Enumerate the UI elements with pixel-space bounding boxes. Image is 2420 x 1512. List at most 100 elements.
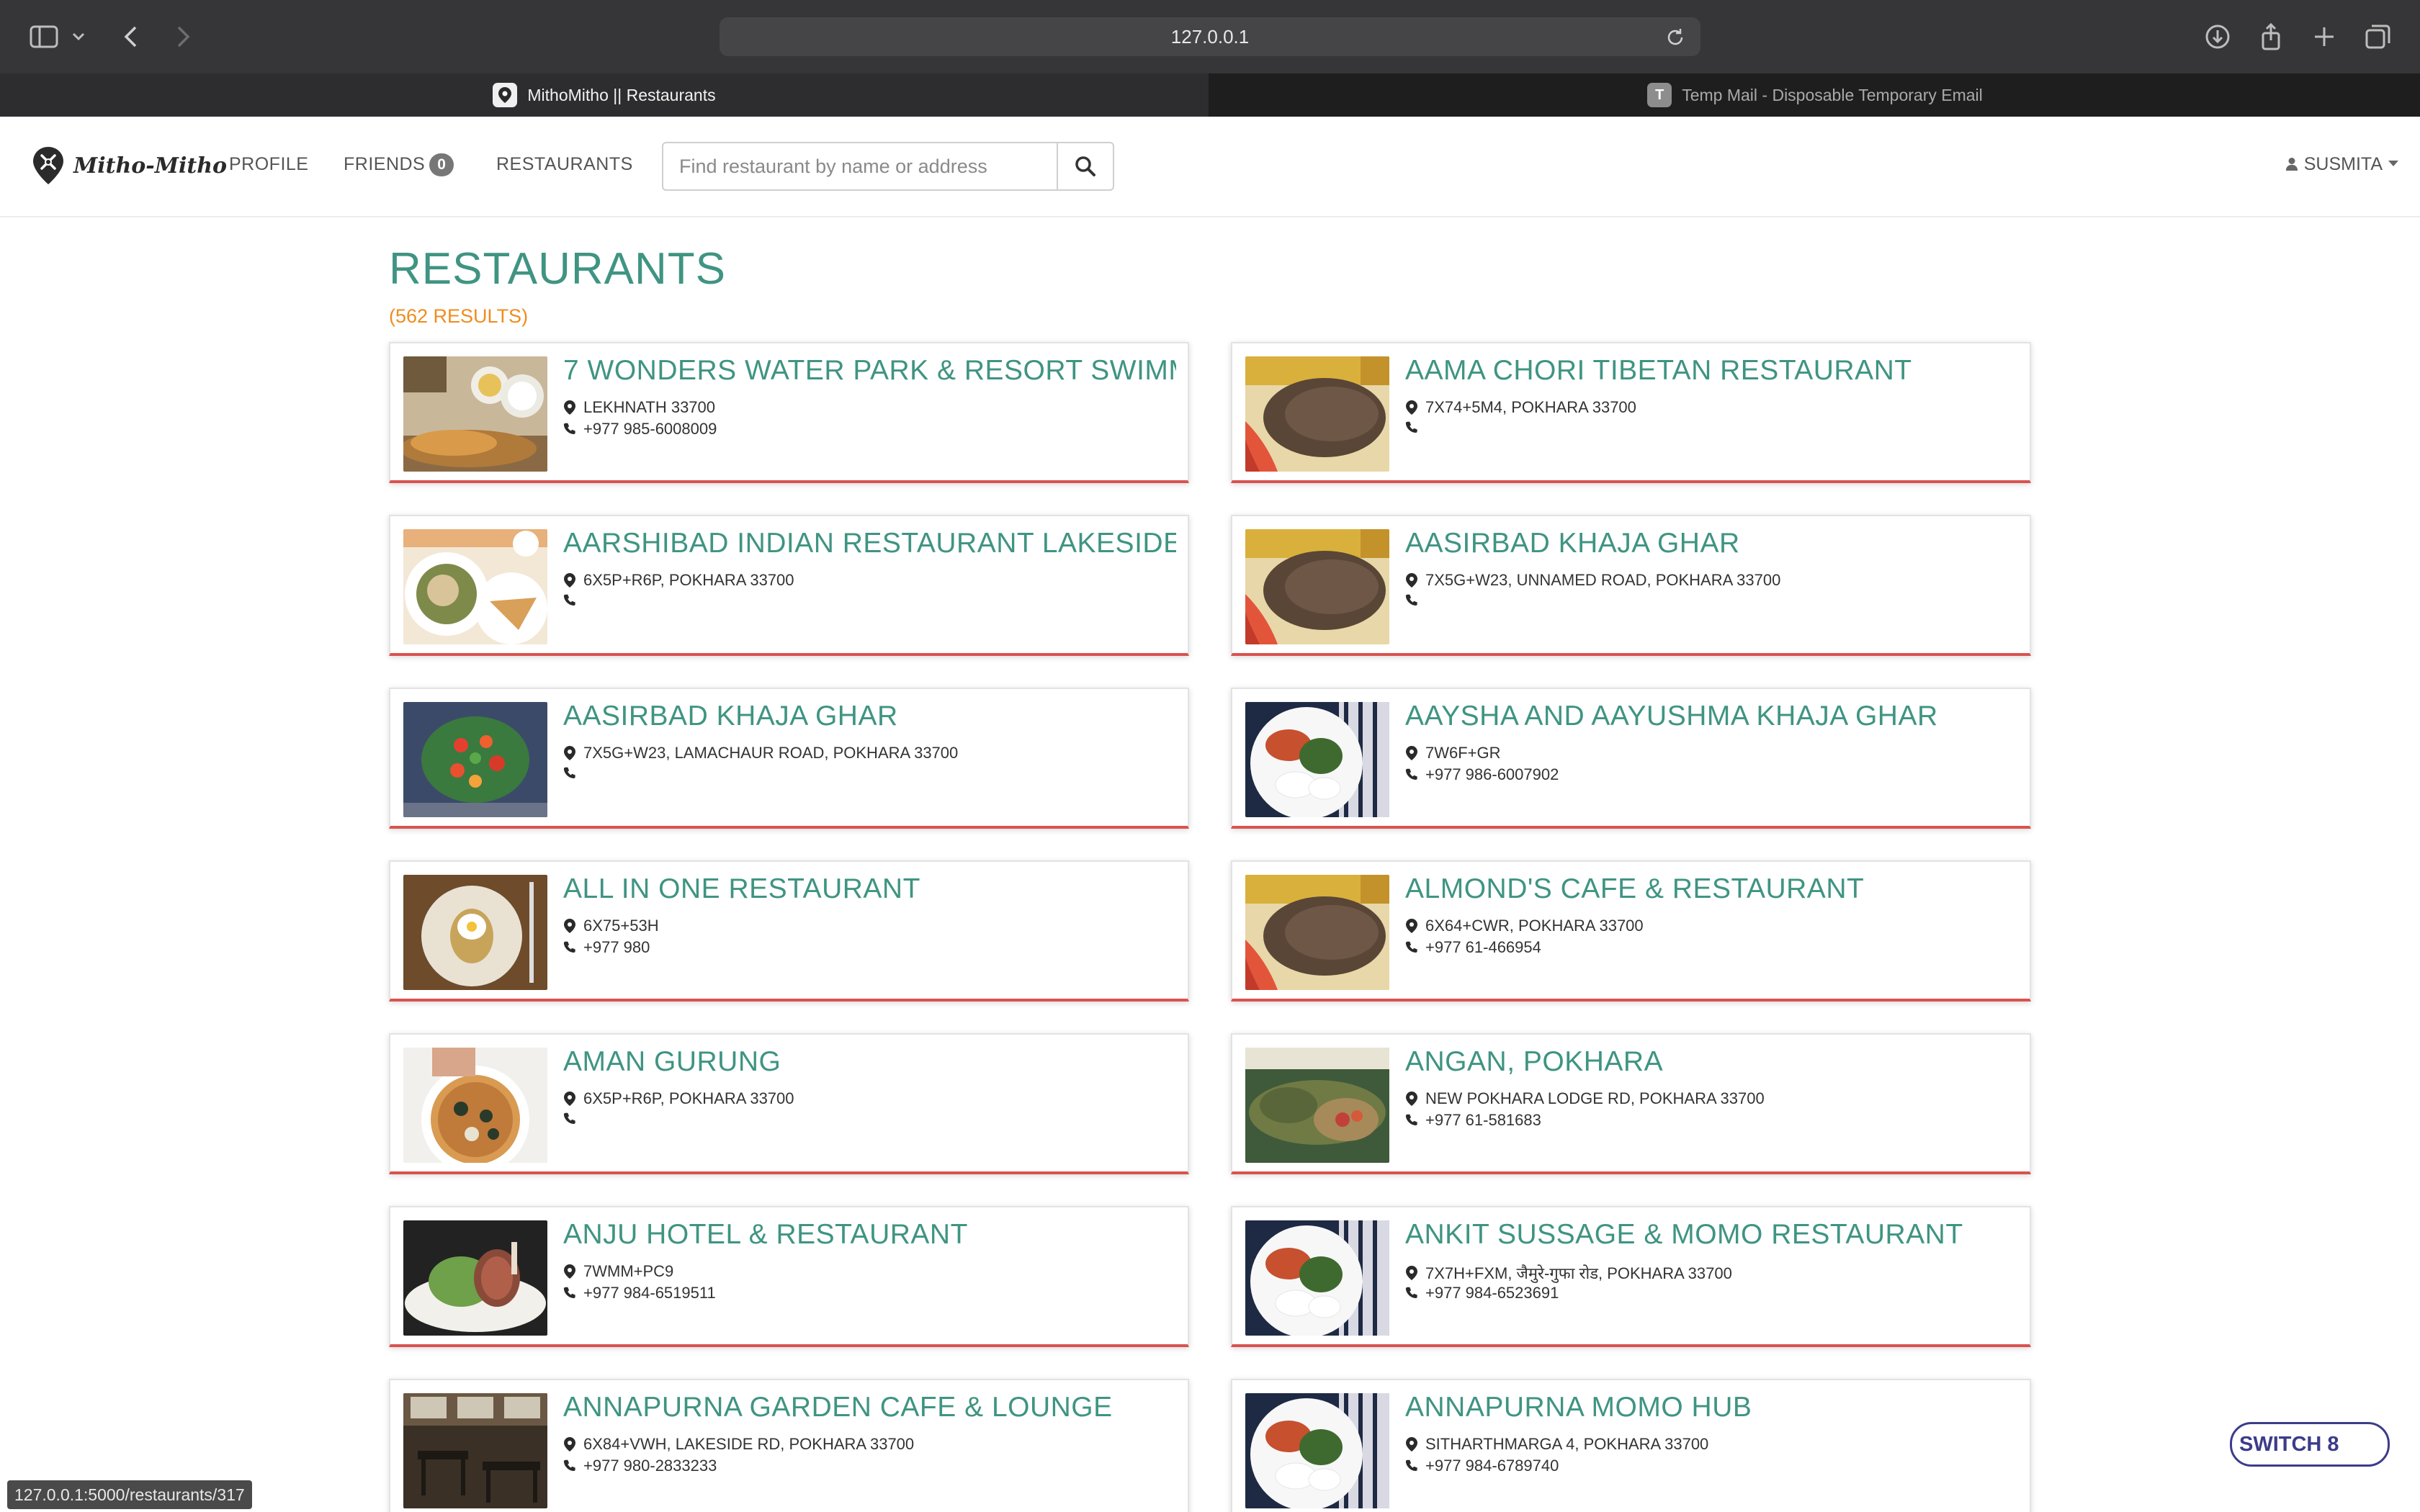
restaurant-card[interactable]: AMAN GURUNG 6X5P+R6P, POKHARA 33700 (389, 1033, 1189, 1174)
phone-text: +977 980 (583, 938, 650, 956)
phone-text: +977 986-6007902 (1425, 765, 1559, 783)
phone-icon (1405, 421, 1417, 433)
restaurant-name[interactable]: ANKIT SUSSAGE & MOMO RESTAURANT (1405, 1219, 2018, 1251)
restaurant-photo[interactable] (403, 356, 547, 472)
new-tab-icon[interactable] (2308, 20, 2341, 53)
restaurant-name[interactable]: ALMOND'S CAFE & RESTAURANT (1405, 873, 2018, 905)
restaurant-phone: +977 61-466954 (1405, 938, 1541, 957)
address-text: 7W6F+GR (1425, 744, 1501, 762)
restaurant-photo[interactable] (1245, 1220, 1389, 1336)
phone-icon (563, 1459, 575, 1471)
address-text: SITHARTHMARGA 4, POKHARA 33700 (1425, 1435, 1709, 1453)
restaurant-card[interactable]: ALMOND'S CAFE & RESTAURANT 6X64+CWR, POKH… (1231, 860, 2031, 1002)
phone-text: +977 980-2833233 (583, 1457, 717, 1475)
map-marker-icon (1406, 1437, 1417, 1452)
tab-title: MithoMitho || Restaurants (527, 85, 716, 104)
restaurant-phone: +977 984-6789740 (1405, 1457, 1559, 1475)
user-name: SUSMITA (2303, 154, 2383, 174)
restaurant-photo[interactable] (403, 1048, 547, 1163)
restaurant-card[interactable]: ALL IN ONE RESTAURANT 6X75+53H +977 980 (389, 860, 1189, 1002)
restaurant-photo[interactable] (403, 875, 547, 990)
restaurant-card[interactable]: AAYSHA AND AAYUSHMA KHAJA GHAR 7W6F+GR +97… (1231, 688, 2031, 829)
restaurant-phone: +977 980-2833233 (563, 1457, 717, 1475)
restaurant-photo[interactable] (403, 529, 547, 644)
restaurant-name[interactable]: ANNAPURNA MOMO HUB (1405, 1392, 2018, 1423)
tab-overview-icon[interactable] (2361, 20, 2394, 53)
restaurant-address: SITHARTHMARGA 4, POKHARA 33700 (1405, 1435, 1708, 1454)
restaurant-name[interactable]: ANGAN, POKHARA (1405, 1046, 2018, 1078)
phone-text: +977 984-6789740 (1425, 1457, 1559, 1475)
restaurant-card[interactable]: ANNAPURNA GARDEN CAFE & LOUNGE 6X84+VWH, … (389, 1379, 1189, 1512)
status-link-preview: 127.0.0.1:5000/restaurants/317 (7, 1480, 252, 1509)
restaurant-photo[interactable] (403, 702, 547, 817)
restaurant-card[interactable]: AASIRBAD KHAJA GHAR 7X5G+W23, LAMACHAUR R… (389, 688, 1189, 829)
chevron-down-icon[interactable] (68, 20, 89, 53)
restaurant-name[interactable]: 7 WONDERS WATER PARK & RESORT SWIMMING P… (563, 355, 1176, 387)
map-marker-icon (1406, 919, 1417, 933)
address-text: 6X5P+R6P, POKHARA 33700 (583, 571, 794, 589)
search-icon (1075, 156, 1095, 176)
restaurant-address: 6X5P+R6P, POKHARA 33700 (563, 1089, 794, 1108)
restaurant-card[interactable]: AAMA CHORI TIBETAN RESTAURANT 7X74+5M4, P… (1231, 342, 2031, 483)
share-icon[interactable] (2254, 20, 2287, 53)
restaurant-name[interactable]: AMAN GURUNG (563, 1046, 1176, 1078)
restaurant-phone: +977 980 (563, 938, 650, 957)
restaurant-name[interactable]: AASIRBAD KHAJA GHAR (1405, 528, 2018, 559)
restaurant-address: 6X64+CWR, POKHARA 33700 (1405, 917, 1644, 935)
restaurant-phone: +977 984-6523691 (1405, 1284, 1559, 1302)
phone-text: +977 984-6519511 (583, 1284, 716, 1302)
brand-logo[interactable]: Mitho-Mitho (32, 145, 227, 186)
tab-mithomitho[interactable]: MithoMitho || Restaurants (0, 73, 1209, 117)
back-icon[interactable] (115, 20, 148, 53)
restaurant-card[interactable]: ANGAN, POKHARA NEW POKHARA LODGE RD, POKH… (1231, 1033, 2031, 1174)
address-bar[interactable]: 127.0.0.1 (720, 17, 1700, 56)
map-marker-icon (1406, 1092, 1417, 1106)
tab-temp-mail[interactable]: T Temp Mail - Disposable Temporary Email (1210, 73, 2420, 117)
reload-icon[interactable] (1664, 27, 1686, 48)
restaurant-card[interactable]: ANKIT SUSSAGE & MOMO RESTAURANT 7X7H+FXM,… (1231, 1206, 2031, 1347)
restaurant-photo[interactable] (1245, 875, 1389, 990)
restaurant-name[interactable]: AAYSHA AND AAYUSHMA KHAJA GHAR (1405, 701, 2018, 732)
forward-icon[interactable] (166, 20, 199, 53)
restaurant-address: NEW POKHARA LODGE RD, POKHARA 33700 (1405, 1089, 1765, 1108)
search-button[interactable] (1057, 143, 1113, 189)
restaurant-name[interactable]: ANNAPURNA GARDEN CAFE & LOUNGE (563, 1392, 1176, 1423)
restaurant-card[interactable]: AASIRBAD KHAJA GHAR 7X5G+W23, UNNAMED ROA… (1231, 515, 2031, 656)
sidebar-toggle-icon[interactable] (27, 20, 60, 53)
restaurant-address: 7X5G+W23, UNNAMED ROAD, POKHARA 33700 (1405, 571, 1780, 590)
restaurant-card[interactable]: ANJU HOTEL & RESTAURANT 7WMM+PC9 +977 984-… (389, 1206, 1189, 1347)
restaurant-photo[interactable] (1245, 1048, 1389, 1163)
nav-restaurants[interactable]: RESTAURANTS (496, 117, 633, 212)
switch-button[interactable]: SWITCH 8 (2230, 1422, 2390, 1467)
restaurant-name[interactable]: ALL IN ONE RESTAURANT (563, 873, 1176, 905)
restaurant-photo[interactable] (1245, 529, 1389, 644)
nav-friends[interactable]: FRIENDS 0 (344, 117, 454, 212)
restaurant-address: 6X5P+R6P, POKHARA 33700 (563, 571, 794, 590)
phone-icon (1405, 594, 1417, 606)
restaurant-photo[interactable] (1245, 702, 1389, 817)
restaurant-address: 7X7H+FXM, जैमुरे-गुफा रोड, POKHARA 33700 (1405, 1262, 1732, 1284)
restaurant-photo[interactable] (1245, 356, 1389, 472)
user-menu[interactable]: SUSMITA (2285, 117, 2398, 212)
restaurant-photo[interactable] (403, 1393, 547, 1508)
phone-text: +977 61-466954 (1425, 938, 1541, 956)
restaurant-name[interactable]: AARSHIBAD INDIAN RESTAURANT LAKESIDE (563, 528, 1176, 559)
nav-profile[interactable]: PROFILE (229, 117, 308, 212)
restaurant-photo[interactable] (1245, 1393, 1389, 1508)
restaurant-photo[interactable] (403, 1220, 547, 1336)
restaurant-address: 6X75+53H (563, 917, 659, 935)
phone-text: +977 985-6008009 (583, 420, 717, 438)
restaurant-name[interactable]: ANJU HOTEL & RESTAURANT (563, 1219, 1176, 1251)
address-text: 7X5G+W23, UNNAMED ROAD, POKHARA 33700 (1425, 571, 1781, 589)
mithomitho-favicon-icon (493, 83, 518, 107)
restaurant-card[interactable]: 7 WONDERS WATER PARK & RESORT SWIMMING P… (389, 342, 1189, 483)
restaurant-card[interactable]: ANNAPURNA MOMO HUB SITHARTHMARGA 4, POKHA… (1231, 1379, 2031, 1512)
search-input[interactable] (663, 143, 1057, 189)
restaurant-phone (1405, 593, 1425, 608)
phone-icon (563, 941, 575, 953)
phone-text: +977 61-581683 (1425, 1111, 1541, 1129)
download-icon[interactable] (2201, 20, 2234, 53)
restaurant-card[interactable]: AARSHIBAD INDIAN RESTAURANT LAKESIDE 6X5P… (389, 515, 1189, 656)
restaurant-name[interactable]: AASIRBAD KHAJA GHAR (563, 701, 1176, 732)
restaurant-name[interactable]: AAMA CHORI TIBETAN RESTAURANT (1405, 355, 2018, 387)
